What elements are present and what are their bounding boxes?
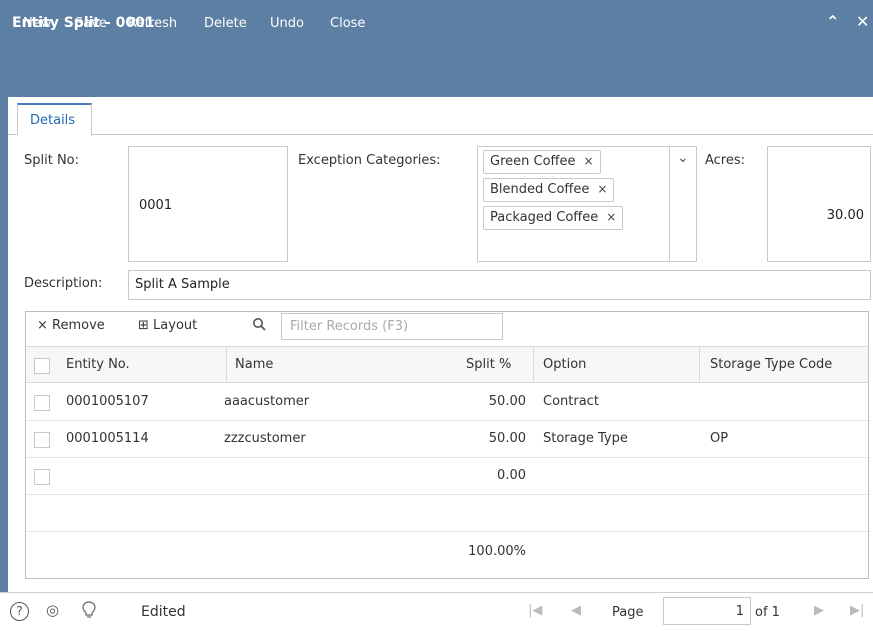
table-row[interactable]: 0.00 (26, 458, 868, 495)
column-divider (533, 346, 534, 383)
chip-green-coffee: Green Coffee × (483, 150, 601, 174)
cell-option: Contract (543, 394, 599, 409)
page-label: Page (612, 605, 644, 620)
cell-entity-no: 0001005107 (66, 394, 149, 409)
remove-chip-icon[interactable]: × (606, 210, 616, 224)
new-button[interactable]: New (23, 16, 51, 31)
cell-name: zzzcustomer (224, 431, 306, 446)
close-button[interactable]: Close (330, 16, 365, 31)
row-checkbox[interactable] (34, 469, 50, 485)
row-checkbox[interactable] (34, 395, 50, 411)
chevron-up-icon[interactable]: ⌃ (826, 12, 839, 31)
chip-label: Green Coffee (490, 154, 576, 169)
table-row[interactable]: 0001005114 zzzcustomer 50.00 Storage Typ… (26, 421, 868, 458)
row-checkbox[interactable] (34, 432, 50, 448)
chip-label: Packaged Coffee (490, 210, 599, 225)
chip-blended-coffee: Blended Coffee × (483, 178, 615, 202)
chevron-down-icon[interactable]: ⌄ (677, 150, 689, 166)
undo-button[interactable]: Undo (270, 16, 304, 31)
column-divider (699, 346, 700, 383)
tab-details[interactable]: Details (17, 103, 92, 136)
remove-label: Remove (52, 318, 105, 333)
chip-packaged-coffee: Packaged Coffee × (483, 206, 624, 230)
filter-placeholder: Filter Records (F3) (290, 319, 409, 334)
cell-split: 0.00 (497, 468, 526, 483)
column-option[interactable]: Option (543, 357, 586, 372)
column-entity-no[interactable]: Entity No. (66, 357, 130, 372)
cell-storage: OP (710, 431, 729, 446)
cell-split: 50.00 (488, 431, 526, 446)
last-page-icon[interactable]: ▶| (850, 603, 864, 618)
layout-label: Layout (153, 318, 198, 333)
first-page-icon[interactable]: |◀ (528, 603, 542, 618)
split-total: 100.00% (468, 544, 526, 559)
column-split-percent[interactable]: Split % (466, 357, 511, 372)
table-row[interactable]: 0001005107 aaacustomer 50.00 Contract (26, 384, 868, 421)
split-no-field[interactable]: 0001 (128, 146, 288, 262)
tab-strip (8, 97, 873, 135)
acres-label: Acres: (705, 153, 746, 168)
tab-details-label: Details (30, 113, 76, 128)
next-page-icon[interactable]: ▶ (814, 603, 824, 618)
grid-summary-row: 100.00% (26, 532, 868, 569)
filter-records-input[interactable]: Filter Records (F3) (281, 313, 503, 340)
description-label: Description: (24, 276, 103, 291)
remove-chip-icon[interactable]: × (583, 154, 593, 168)
toolbar (0, 50, 873, 97)
search-icon (252, 317, 266, 334)
chip-label: Blended Coffee (490, 182, 590, 197)
column-storage-type-code[interactable]: Storage Type Code (710, 357, 832, 372)
description-field[interactable]: Split A Sample (128, 270, 871, 300)
cell-name: aaacustomer (224, 394, 310, 409)
support-icon[interactable]: ◎ (46, 601, 59, 619)
page-number-value: 1 (735, 604, 744, 619)
help-icon[interactable]: ? (10, 602, 29, 621)
exception-categories-label: Exception Categories: (298, 153, 441, 168)
prev-page-icon[interactable]: ◀ (571, 603, 581, 618)
split-no-label: Split No: (24, 153, 80, 168)
column-divider (226, 346, 227, 383)
split-no-value: 0001 (139, 198, 173, 213)
layout-icon: ⊞ (138, 318, 149, 333)
page-of-label: of 1 (755, 605, 780, 620)
remove-chip-icon[interactable]: × (597, 182, 607, 196)
lightbulb-icon[interactable] (82, 601, 96, 623)
grid-header: Entity No. Name Split % Option Storage T… (26, 346, 868, 383)
page-number-input[interactable]: 1 (663, 597, 751, 625)
save-button[interactable]: Save (75, 16, 107, 31)
description-value: Split A Sample (135, 277, 230, 292)
close-icon[interactable]: ✕ (856, 12, 869, 31)
select-all-checkbox[interactable] (34, 358, 50, 374)
refresh-button[interactable]: Refresh (128, 16, 177, 31)
dropdown-divider (669, 146, 670, 262)
status-text: Edited (141, 604, 186, 620)
acres-value: 30.00 (826, 208, 864, 223)
column-name[interactable]: Name (235, 357, 273, 372)
cell-entity-no: 0001005114 (66, 431, 149, 446)
cell-option: Storage Type (543, 431, 628, 446)
remove-icon: × (37, 318, 48, 333)
acres-field[interactable]: 30.00 (767, 146, 871, 262)
delete-button[interactable]: Delete (204, 16, 247, 31)
table-row-empty (26, 495, 868, 532)
cell-split: 50.00 (488, 394, 526, 409)
remove-button[interactable]: × Remove (37, 318, 105, 333)
layout-button[interactable]: ⊞ Layout (138, 318, 197, 333)
